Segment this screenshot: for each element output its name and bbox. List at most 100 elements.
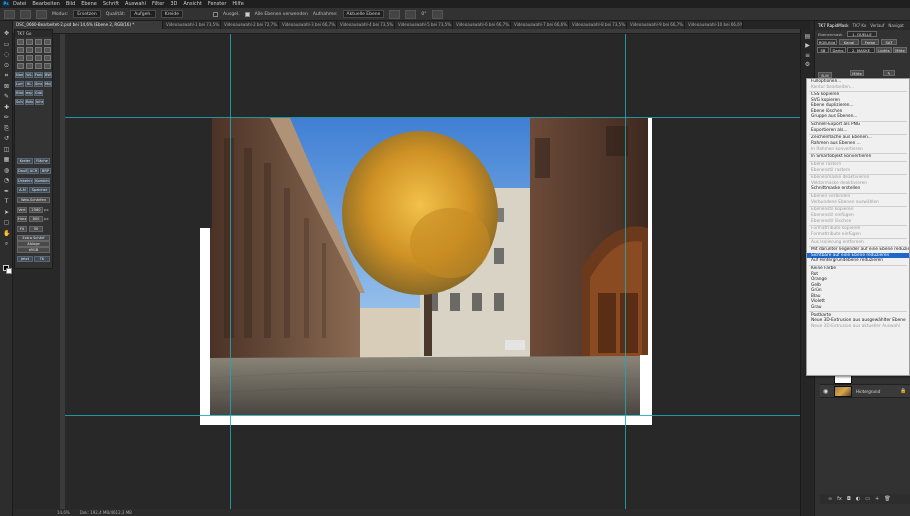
tk7-button[interactable]: Norm — [15, 72, 24, 78]
tk7-tool-icon[interactable] — [26, 47, 33, 53]
tk7-button[interactable]: Fit — [17, 226, 27, 232]
tk7-button[interactable]: Smrt — [34, 81, 43, 87]
menu-item[interactable]: Ebene — [81, 1, 97, 7]
add-mask-icon[interactable]: ◘ — [847, 496, 851, 502]
document-tab[interactable]: DSC_0660-Bearbeitet-2.psd bei 14,6% (Ebe… — [13, 21, 163, 29]
menu-item[interactable]: Hilfe — [232, 1, 243, 7]
angle-value[interactable]: 0° — [421, 12, 426, 17]
blur-tool-icon[interactable]: ◍ — [3, 167, 10, 174]
ruler-vertical[interactable] — [60, 34, 65, 509]
document-tab[interactable]: Videoauswahl-3 bei 66,7%... — [279, 21, 337, 29]
document-tab[interactable]: Videoauswahl-2 bei 72,7%... — [221, 21, 279, 29]
link-layers-icon[interactable]: ∞ — [828, 496, 832, 502]
tk7-button[interactable]: WL — [25, 72, 33, 78]
eyedropper-tool-icon[interactable]: ✎ — [3, 94, 10, 100]
tk7-tool-icon[interactable] — [26, 63, 33, 69]
menu-item[interactable]: Fenster — [208, 1, 227, 7]
guide-horizontal[interactable] — [65, 415, 800, 416]
tk7-button[interactable]: Farbe — [34, 72, 43, 78]
zoom-tool-icon[interactable]: ⌕ — [3, 241, 10, 247]
tk7-button[interactable]: Fläche — [34, 158, 50, 164]
delete-layer-icon[interactable]: 🗑 — [884, 496, 890, 502]
eraser-tool-icon[interactable]: ◫ — [3, 146, 10, 153]
photoshop-logo-icon[interactable]: Ps — [2, 1, 10, 7]
history-icon[interactable]: ▤ — [804, 34, 811, 40]
stamp-tool-icon[interactable]: ⎘ — [3, 125, 10, 132]
tk7-tool-icon[interactable] — [35, 39, 42, 45]
background-color-swatch[interactable] — [6, 268, 12, 274]
angle-icon[interactable] — [405, 9, 417, 19]
tk7-button[interactable]: HL — [25, 81, 33, 87]
lasso-tool-icon[interactable]: ◌ — [3, 52, 10, 58]
color-button[interactable]: Farbe — [861, 39, 879, 45]
document-tab[interactable]: Videoauswahl-4 bei 73,5%... — [337, 21, 395, 29]
tk7-tool-icon[interactable] — [17, 55, 24, 61]
sample-select[interactable]: Aktuelle Ebene — [342, 10, 385, 18]
home-icon[interactable] — [4, 9, 15, 19]
menu-item[interactable]: Bearbeiten — [32, 1, 59, 7]
layer-name[interactable]: Hintergrund — [856, 389, 880, 394]
tk7-button[interactable]: BRP — [40, 168, 51, 174]
tab-tk7-ko[interactable]: TK7 Ko — [853, 23, 867, 28]
menu-item[interactable]: 3D — [170, 1, 177, 7]
tk7-button[interactable]: sRGB — [17, 247, 50, 253]
doc-size[interactable]: Dok: 192,4 MB/4612,3 MB — [80, 510, 132, 515]
tk7-button[interactable]: Lum — [15, 81, 24, 87]
tk7-button[interactable]: Unkehrv — [17, 178, 33, 184]
sb-button[interactable]: SB — [817, 47, 829, 53]
guide-horizontal[interactable] — [65, 117, 800, 118]
tk7-value-field[interactable]: 800 — [29, 216, 43, 222]
new-group-icon[interactable]: ▭ — [865, 496, 870, 502]
mode-select[interactable]: Ersetzen — [73, 10, 101, 18]
tk7-button[interactable]: Horz — [17, 216, 27, 222]
document-tab[interactable]: Videoauswahl-10 bei 66,6%... — [685, 21, 743, 29]
document-tab[interactable]: Videoauswahl-5 bei 73,5%... — [395, 21, 453, 29]
lock-icon[interactable]: 🔒 — [900, 388, 906, 394]
brush-tool-preset-icon[interactable] — [20, 9, 31, 19]
rectangle-tool-icon[interactable]: ▢ — [3, 220, 10, 226]
play-icon[interactable]: ▶ — [804, 43, 811, 49]
move-tool-icon[interactable]: ✥ — [3, 31, 10, 37]
midtones-button[interactable]: Mitte — [893, 47, 907, 53]
tk7-button[interactable]: Jetzt — [17, 256, 33, 262]
rgb-image-select[interactable]: RGB-Bild — [817, 39, 837, 45]
hand-tool-icon[interactable]: ✋ — [3, 230, 10, 237]
tk7-button[interactable]: Größe — [34, 90, 43, 96]
fx-icon[interactable]: fx — [837, 496, 842, 502]
visibility-eye-icon[interactable]: ◉ — [823, 388, 828, 395]
layer-row-background[interactable]: ◉ Hintergrund 🔒 — [820, 384, 910, 398]
tk7-button[interactable]: A-M — [17, 187, 28, 193]
tk7-button[interactable]: ACR — [28, 168, 39, 174]
tk7-tool-icon[interactable] — [44, 39, 51, 45]
gradient-tool-icon[interactable]: ▦ — [3, 157, 10, 163]
tk7-button[interactable]: Rotate — [25, 99, 34, 105]
document-tab[interactable]: Videoauswahl-6 bei 66,7%... — [453, 21, 511, 29]
tk7-tool-icon[interactable] — [35, 63, 42, 69]
tab-rapidmask[interactable]: TK7 RapidMask — [818, 23, 849, 28]
tk7-tool-icon[interactable] — [17, 39, 24, 45]
ignore-adjustments-icon[interactable] — [389, 9, 401, 19]
path-select-tool-icon[interactable]: ➤ — [3, 209, 10, 216]
tk7-value-field[interactable]: 50 — [29, 226, 43, 232]
quick-select-tool-icon[interactable]: ⊙ — [3, 62, 10, 69]
tk7-tool-icon[interactable] — [44, 55, 51, 61]
pen-tool-icon[interactable]: ✒ — [3, 188, 10, 195]
document-tab[interactable]: Videoauswahl-7 bei 66,6%... — [511, 21, 569, 29]
frame-tool-icon[interactable]: ⊠ — [3, 83, 10, 90]
tk7-tool-icon[interactable] — [35, 55, 42, 61]
brush-size-icon[interactable] — [36, 9, 47, 19]
tk7-tool-icon[interactable] — [44, 63, 51, 69]
menu-item[interactable]: Auswahl — [125, 1, 146, 7]
type-tool-icon[interactable]: T — [3, 199, 10, 205]
context-menu-item[interactable]: Mit darunter liegender auf eine Ebene re… — [807, 247, 909, 253]
menu-item[interactable]: Datei — [13, 1, 26, 7]
properties-icon[interactable]: ⚙ — [804, 62, 811, 68]
adjustment-layer-icon[interactable]: ◐ — [856, 496, 860, 502]
context-menu-item[interactable]: Neue 3D-Extrusion aus ausgewählter Ebene — [807, 318, 909, 324]
lights-button[interactable]: Lights — [876, 47, 892, 53]
menu-item[interactable]: Schrift — [103, 1, 119, 7]
marquee-tool-icon[interactable]: ▭ — [3, 41, 10, 48]
tk7-button[interactable]: Kreier — [17, 158, 33, 164]
menu-item[interactable]: Ansicht — [183, 1, 201, 7]
tk7-button[interactable]: Schrf — [15, 99, 24, 105]
